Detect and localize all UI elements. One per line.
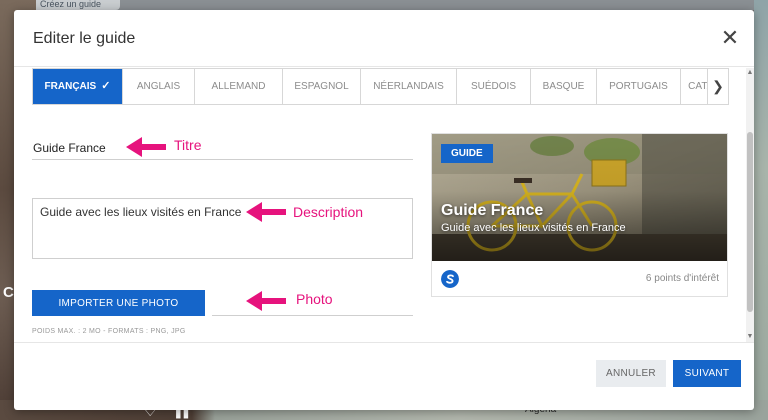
photo-annotation: Photo	[296, 291, 333, 307]
photo-hint: POIDS MAX. : 2 MO - FORMATS : PNG, JPG	[32, 328, 186, 335]
tab-basque[interactable]: BASQUE	[531, 69, 597, 104]
modal-footer: ANNULER SUIVANT	[14, 342, 754, 410]
tab-label: NÉERLANDAIS	[373, 81, 444, 92]
language-tabs: FRANÇAIS ✓ ANGLAIS ALLEMAND ESPAGNOL NÉERLAND…	[32, 68, 729, 105]
tab-label: ANGLAIS	[136, 81, 181, 92]
next-button[interactable]: SUIVANT	[673, 360, 741, 387]
guide-preview-image: GUIDE Guide France Guide avec les lieux …	[432, 134, 727, 261]
modal-title: Editer le guide	[33, 30, 136, 47]
tab-francais[interactable]: FRANÇAIS ✓	[33, 69, 123, 104]
title-annotation: Titre	[174, 137, 202, 153]
tab-label: PORTUGAIS	[609, 81, 668, 92]
tab-suedois[interactable]: SUÉDOIS	[457, 69, 531, 104]
cancel-button[interactable]: ANNULER	[596, 360, 666, 387]
background-partial-letter: C	[3, 284, 14, 301]
tab-portugais[interactable]: PORTUGAIS	[597, 69, 681, 104]
photo-field-underline	[212, 315, 413, 316]
tab-espagnol[interactable]: ESPAGNOL	[283, 69, 361, 104]
scrollbar[interactable]: ▲ ▼	[746, 68, 754, 342]
scroll-up-icon[interactable]: ▲	[746, 69, 754, 77]
modal-header: Editer le guide ✕	[14, 10, 754, 67]
description-annotation: Description	[293, 204, 364, 220]
tab-label: BASQUE	[542, 81, 585, 92]
preview-footer: 6 points d'intérêt	[432, 261, 727, 296]
edit-guide-modal: Editer le guide ✕ FRANÇAIS ✓ ANGLAIS ALLEMA…	[14, 10, 754, 410]
title-input[interactable]	[32, 133, 413, 160]
photo-arrow-icon	[246, 291, 286, 311]
preview-title: Guide France	[441, 202, 544, 219]
guide-preview-card: GUIDE Guide France Guide avec les lieux …	[431, 133, 728, 297]
description-arrow-icon	[246, 202, 286, 222]
scrollbar-thumb[interactable]	[747, 132, 753, 312]
tab-label: SUÉDOIS	[470, 81, 516, 92]
guide-badge: GUIDE	[441, 144, 493, 163]
scroll-down-icon[interactable]: ▼	[746, 333, 754, 341]
tab-label: FRANÇAIS	[44, 81, 97, 92]
close-icon[interactable]: ✕	[718, 27, 742, 51]
tab-label: ALLEMAND	[211, 81, 266, 92]
tab-neerlandais[interactable]: NÉERLANDAIS	[361, 69, 457, 104]
tab-allemand[interactable]: ALLEMAND	[195, 69, 283, 104]
brand-logo-icon	[441, 270, 459, 288]
tab-anglais[interactable]: ANGLAIS	[123, 69, 195, 104]
import-photo-button[interactable]: IMPORTER UNE PHOTO	[32, 290, 205, 316]
points-of-interest-count: 6 points d'intérêt	[645, 273, 719, 284]
chevron-right-icon[interactable]: ❯	[707, 68, 729, 105]
background-right-panel	[754, 0, 768, 420]
preview-subtitle: Guide avec les lieux visités en France	[441, 222, 626, 234]
checkmark-icon: ✓	[101, 80, 111, 92]
title-arrow-icon	[126, 137, 166, 157]
tab-label: ESPAGNOL	[294, 81, 349, 92]
